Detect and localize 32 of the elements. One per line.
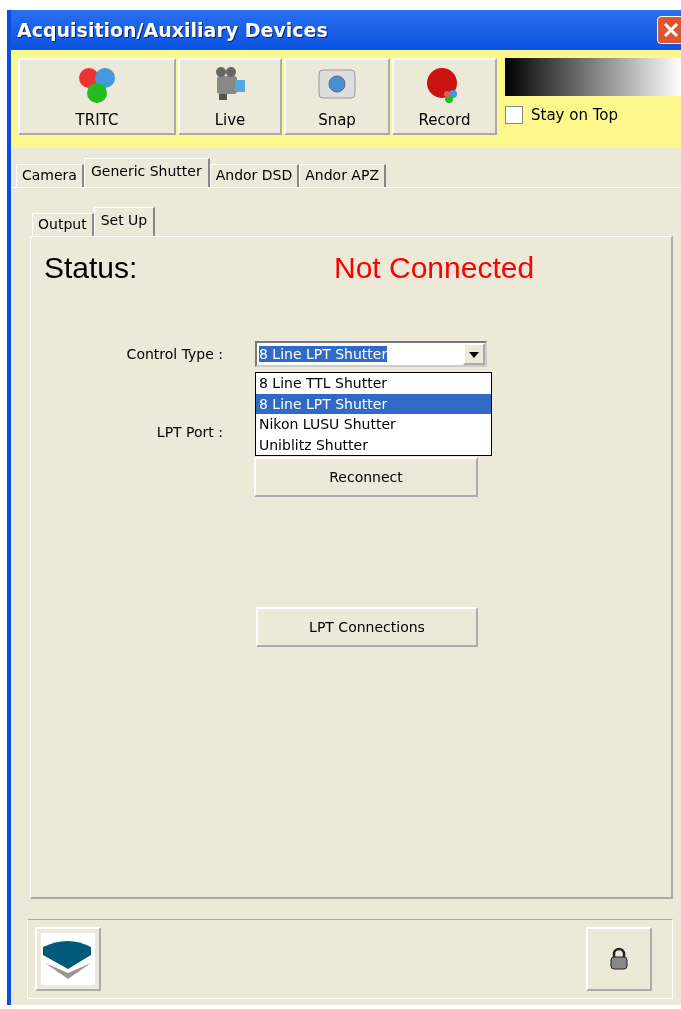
tab[interactable]: Camera — [16, 164, 84, 187]
toolbar-button[interactable]: Live — [178, 58, 282, 135]
control-type-dropdown[interactable]: 8 Line LPT Shutter — [255, 341, 487, 367]
layers-icon — [41, 933, 95, 985]
dropdown-option[interactable]: 8 Line LPT Shutter — [256, 393, 491, 414]
lock-button[interactable] — [586, 927, 652, 991]
toolbar-button[interactable]: Record — [392, 58, 497, 135]
lpt-port-label: LPT Port : — [155, 424, 224, 440]
camcorder-icon — [213, 66, 247, 102]
close-icon — [663, 22, 679, 38]
toolbar-button[interactable]: TRITC — [18, 58, 176, 135]
control-type-label: Control Type : — [125, 346, 224, 362]
lpt-connections-button[interactable]: LPT Connections — [256, 607, 478, 647]
checkbox[interactable] — [505, 106, 523, 124]
status-value: Not Connected — [334, 251, 535, 285]
tab[interactable]: Andor DSD — [209, 164, 300, 187]
layers-button[interactable] — [35, 927, 101, 991]
reconnect-button[interactable]: Reconnect — [254, 457, 478, 497]
tab[interactable]: Generic Shutter — [83, 158, 210, 187]
camera-icon — [317, 66, 357, 102]
window-title: Acquisition/Auxiliary Devices — [17, 19, 328, 41]
tab[interactable]: Andor APZ — [299, 164, 386, 187]
caret-icon — [469, 351, 479, 358]
status-label: Status: — [44, 251, 139, 285]
colored-circles-icon — [76, 66, 118, 106]
tab[interactable]: Set Up — [93, 207, 156, 236]
lock-icon — [609, 947, 629, 971]
close-button[interactable] — [657, 16, 681, 44]
tab[interactable]: Output — [32, 213, 94, 236]
dropdown-arrow-button[interactable] — [463, 343, 485, 365]
toolbar-button[interactable]: Snap — [284, 58, 390, 135]
checkbox-label: Stay on Top — [531, 106, 618, 124]
